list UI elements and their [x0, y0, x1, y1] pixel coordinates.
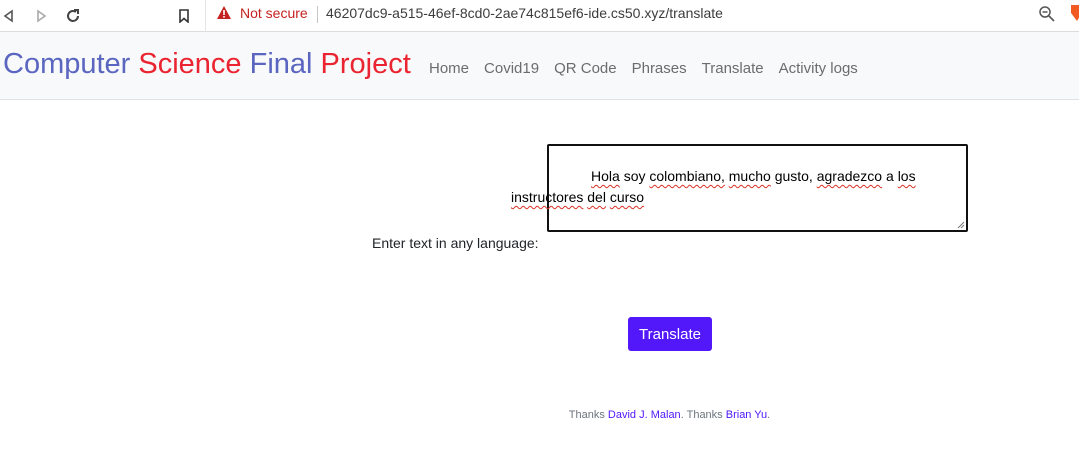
- brand-word-4: Project: [320, 48, 411, 80]
- nav-link-translate[interactable]: Translate: [702, 60, 764, 77]
- back-icon: [3, 9, 13, 23]
- nav-link-covid19[interactable]: Covid19: [484, 60, 539, 77]
- warning-icon[interactable]: [216, 5, 232, 21]
- browser-toolbar: Not secure 46207dc9-a515-46ef-8cd0-2ae74…: [0, 0, 1079, 32]
- nav-link-qr-code[interactable]: QR Code: [554, 60, 617, 77]
- text-input-area[interactable]: Hola soy colombiano, mucho gusto, agrade…: [511, 144, 968, 232]
- text-word: soy: [623, 168, 646, 184]
- text-word: a: [886, 168, 894, 184]
- footer-suffix: .: [767, 409, 771, 421]
- footer: Thanks David J. Malan. Thanks Brian Yu.: [0, 409, 1079, 421]
- brand-logo[interactable]: Computer Science Final Project: [3, 48, 411, 81]
- brand-word-1: Computer: [3, 48, 131, 80]
- text-word: instructores: [511, 189, 584, 205]
- footer-middle: . Thanks: [680, 409, 723, 421]
- text-word: los: [897, 168, 916, 184]
- resize-handle-icon[interactable]: [957, 221, 965, 229]
- footer-link-yu[interactable]: Brian Yu: [726, 409, 767, 421]
- zoom-icon[interactable]: [1038, 5, 1056, 23]
- reload-button[interactable]: [60, 3, 86, 29]
- bookmark-button[interactable]: [171, 3, 197, 29]
- back-button[interactable]: [0, 3, 22, 29]
- nav-link-activity-logs[interactable]: Activity logs: [779, 60, 858, 77]
- toolbar-divider: [205, 0, 206, 32]
- site-navbar: Computer Science Final Project Home Covi…: [0, 32, 1079, 100]
- address-bar-url[interactable]: 46207dc9-a515-46ef-8cd0-2ae74c815ef6-ide…: [326, 5, 723, 21]
- brave-shield-icon[interactable]: [1069, 3, 1079, 23]
- forward-button[interactable]: [28, 3, 54, 29]
- text-word: del: [587, 189, 606, 205]
- text-word: agradezco: [816, 168, 883, 184]
- text-word: curso: [609, 189, 645, 205]
- text-word: gusto,: [774, 168, 813, 184]
- text-word: colombiano,: [649, 168, 725, 184]
- nav-link-home[interactable]: Home: [429, 60, 469, 77]
- reload-icon: [67, 9, 79, 22]
- bookmark-icon: [179, 9, 189, 23]
- nav-links: Home Covid19 QR Code Phrases Translate A…: [429, 60, 873, 77]
- brand-word-3: Final: [249, 48, 313, 80]
- brand-word-2: Science: [138, 48, 242, 80]
- text-input-content: Hola soy colombiano, mucho gusto, agrade…: [511, 166, 964, 208]
- translate-button[interactable]: Translate: [628, 317, 712, 351]
- footer-link-malan[interactable]: David J. Malan: [608, 409, 681, 421]
- text-input-label: Enter text in any language:: [372, 235, 539, 251]
- footer-prefix: Thanks: [568, 409, 605, 421]
- text-word: Hola: [591, 168, 620, 184]
- forward-icon: [37, 9, 47, 23]
- url-separator: [317, 6, 318, 23]
- nav-link-phrases[interactable]: Phrases: [632, 60, 687, 77]
- security-status[interactable]: Not secure: [240, 5, 308, 21]
- text-word: mucho: [728, 168, 771, 184]
